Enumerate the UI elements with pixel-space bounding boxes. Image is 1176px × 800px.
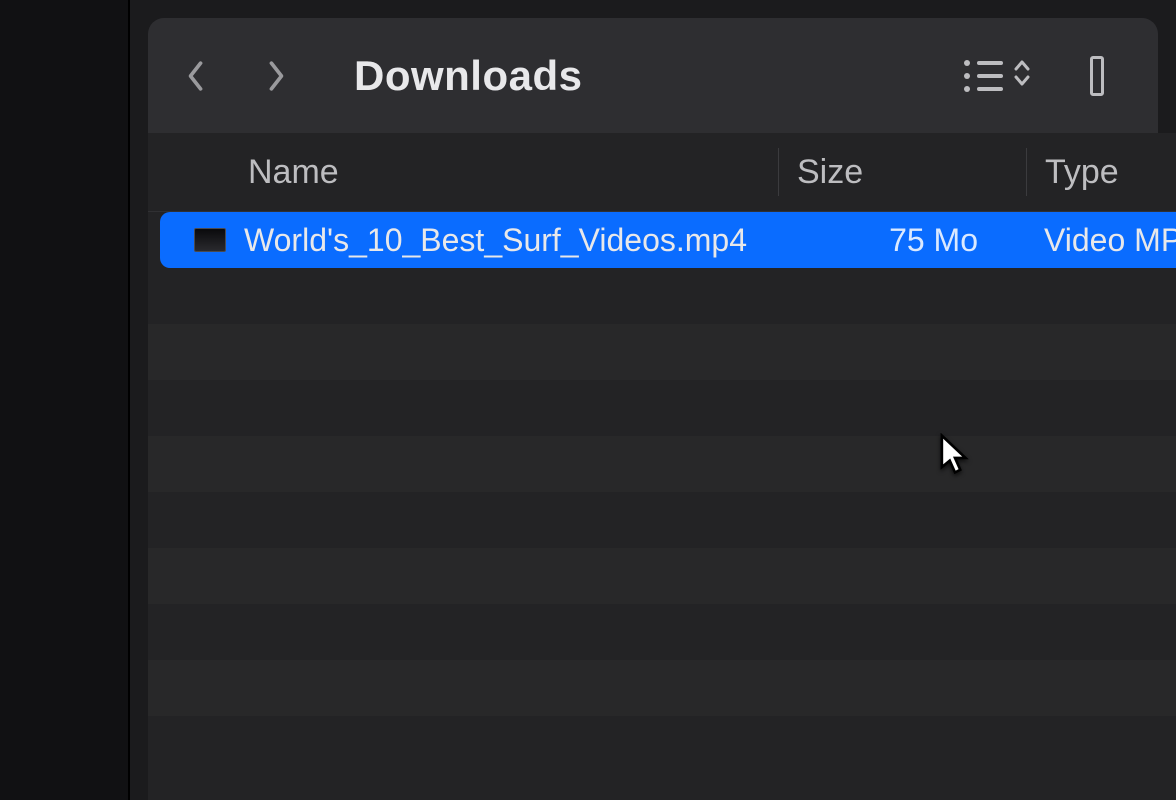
column-view-button[interactable] — [1062, 54, 1132, 98]
column-header-type[interactable]: Type — [1026, 148, 1176, 196]
empty-row — [148, 380, 1176, 436]
empty-row — [148, 268, 1176, 324]
chevron-left-icon — [185, 58, 207, 94]
file-name: World's_10_Best_Surf_Videos.mp4 — [244, 222, 747, 259]
sidebar — [0, 0, 130, 800]
empty-row — [148, 604, 1176, 660]
location-title: Downloads — [354, 52, 583, 100]
column-headers: Name Size Type — [148, 133, 1176, 212]
empty-row — [148, 324, 1176, 380]
empty-row — [148, 548, 1176, 604]
column-header-size[interactable]: Size — [778, 148, 1026, 196]
sort-updown-icon — [1013, 58, 1031, 93]
list-view-icon — [964, 60, 1003, 92]
video-file-icon — [194, 228, 226, 252]
column-view-icon — [1090, 56, 1104, 96]
empty-row — [148, 436, 1176, 492]
file-manager-window: Downloads Name Size — [0, 0, 1176, 800]
empty-row — [148, 492, 1176, 548]
view-mode-button[interactable] — [962, 54, 1032, 98]
empty-row — [148, 660, 1176, 716]
file-type: Video MP — [1026, 222, 1176, 259]
column-header-name[interactable]: Name — [148, 153, 778, 192]
toolbar: Downloads — [148, 18, 1158, 133]
file-listing: Name Size Type World's_10_Best_Surf_Vide… — [148, 133, 1176, 800]
chevron-right-icon — [265, 58, 287, 94]
file-row[interactable]: World's_10_Best_Surf_Videos.mp4 75 Mo Vi… — [160, 212, 1176, 268]
forward-button[interactable] — [254, 54, 298, 98]
file-rows: World's_10_Best_Surf_Videos.mp4 75 Mo Vi… — [148, 212, 1176, 716]
back-button[interactable] — [174, 54, 218, 98]
main-pane: Downloads Name Size — [130, 0, 1176, 800]
file-size: 75 Mo — [778, 222, 1026, 259]
